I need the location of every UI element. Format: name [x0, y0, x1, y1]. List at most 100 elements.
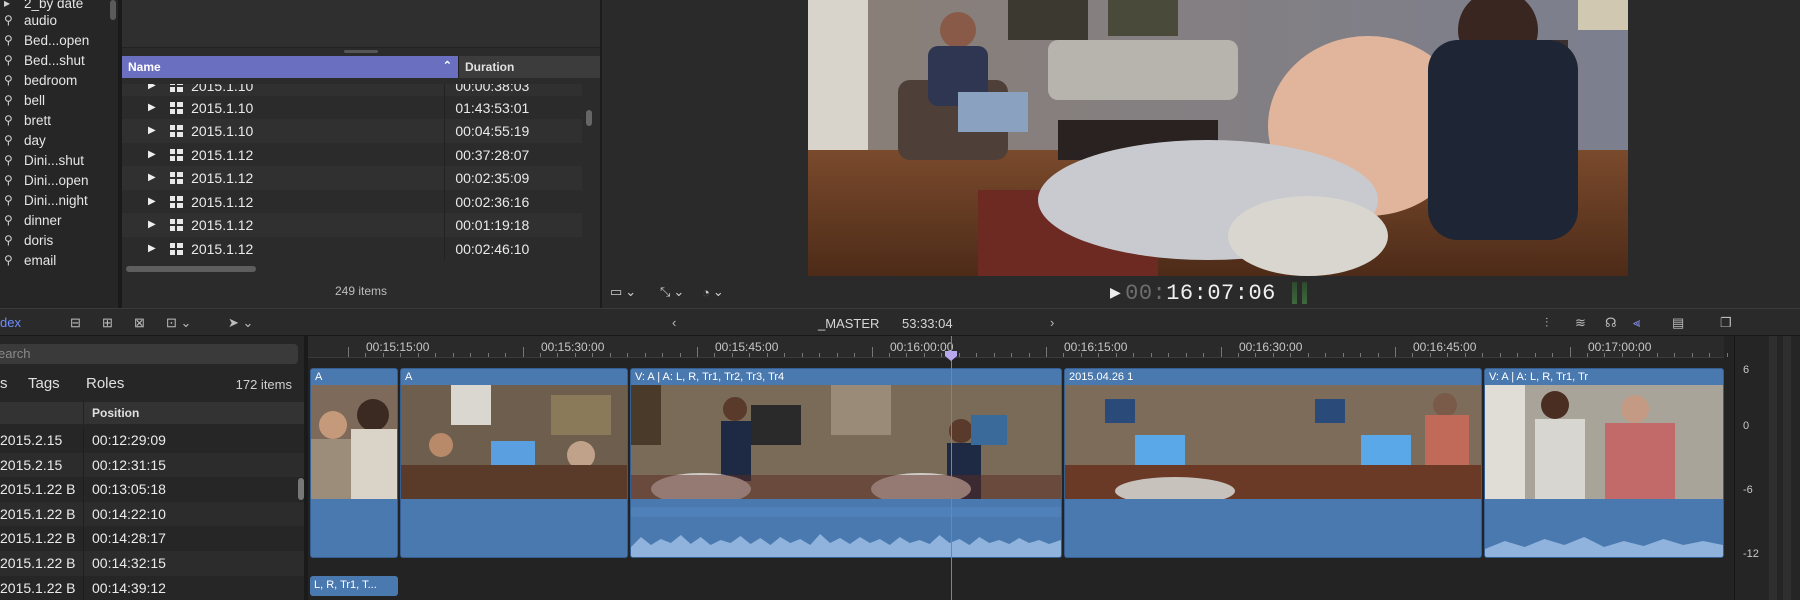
disclosure-triangle-icon[interactable]: ▶: [148, 102, 162, 113]
tab-roles[interactable]: Roles: [86, 375, 124, 392]
browser-rows: ▶2015.1.1000:00:38:03 ▶2015.1.1000:00:38…: [122, 84, 600, 260]
timeline-clip[interactable]: V: A | A: L, R, Tr1, Tr2, Tr3, Tr4: [630, 368, 1062, 558]
name-column-header[interactable]: [0, 402, 84, 424]
project-name: _MASTER: [818, 316, 880, 331]
timeline-clip[interactable]: V: A | A: L, R, Tr1, Tr: [1484, 368, 1724, 558]
clip-appearance-icon[interactable]: ▤: [1672, 315, 1684, 331]
list-horizontal-scrollbar[interactable]: [126, 266, 256, 272]
ruler-tick: [487, 353, 489, 357]
table-row[interactable]: 2015.1.22 B 00:14:28:17: [0, 526, 304, 551]
sidebar-item-day[interactable]: ⚲ day: [4, 129, 46, 151]
playhead-handle[interactable]: [945, 351, 957, 361]
sidebar-item-dinner[interactable]: ⚲ dinner: [4, 209, 62, 231]
sidebar-item-bed-shut[interactable]: ⚲ Bed...shut: [4, 49, 85, 71]
timeline-clip[interactable]: A: [400, 368, 628, 558]
playhead[interactable]: [951, 336, 952, 600]
table-row[interactable]: 2015.2.15 00:12:29:09: [0, 428, 304, 453]
disclosure-triangle-icon[interactable]: ▶: [148, 219, 162, 230]
list-item[interactable]: ▶ 2015.1.12 00:01:19:18: [122, 213, 582, 237]
sidebar-item-brett[interactable]: ⚲ brett: [4, 109, 51, 131]
timecode-display[interactable]: ▶ 00:16:07:06: [1094, 280, 1276, 306]
disclosure-triangle-icon[interactable]: ▶: [148, 125, 162, 136]
timeline-ruler[interactable]: 00:15:15:00 00:15:30:00 00:15:45:00 00:1…: [308, 336, 1745, 358]
ruler-tick: [522, 347, 524, 357]
index-rows: 2015.2.15 00:12:29:09 2015.2.15 00:12:31:1…: [0, 426, 304, 600]
list-item[interactable]: ▶ 2015.1.12 00:37:28:07: [122, 143, 582, 167]
sidebar-scrollbar[interactable]: [110, 0, 116, 20]
table-row[interactable]: 2015.1.22 B 00:13:05:18: [0, 477, 304, 502]
insert-clip-icon[interactable]: ⊞: [102, 315, 113, 331]
select-tool-icon[interactable]: ➤ ⌄: [228, 315, 253, 331]
keyword-icon: ⚲: [4, 133, 13, 147]
ruler-tick: [697, 347, 698, 357]
sidebar-item-bedroom[interactable]: ⚲ bedroom: [4, 69, 77, 91]
sidebar-item-audio[interactable]: ⚲ audio: [4, 9, 57, 31]
sidebar-item-bed-open[interactable]: ⚲ Bed...open: [4, 29, 89, 51]
disclosure-triangle-icon[interactable]: ▶: [148, 149, 162, 160]
tab-clips[interactable]: s: [0, 375, 8, 392]
index-button[interactable]: dex: [0, 315, 21, 330]
ruler-tick: [1656, 353, 1658, 357]
effects-browser-icon[interactable]: ❐: [1720, 315, 1732, 331]
list-item[interactable]: ▶ 2015.1.10 01:43:53:01: [122, 96, 582, 120]
ruler-tick: [1534, 353, 1536, 357]
audio-waveform: [1485, 507, 1723, 557]
append-clip-icon[interactable]: ⊠: [134, 315, 145, 331]
timeline-index: earch s Tags Roles 172 items Position 20…: [0, 336, 308, 600]
sidebar-item-bell[interactable]: ⚲ bell: [4, 89, 45, 111]
skimming-icon[interactable]: ⫶: [1545, 315, 1548, 331]
ruler-tick: [1307, 353, 1309, 357]
snapping-icon[interactable]: ⫷: [1633, 315, 1640, 331]
headphones-icon[interactable]: ☊: [1605, 315, 1617, 331]
search-input[interactable]: earch: [0, 344, 298, 364]
retime-button[interactable]: ◔ ⌄: [702, 282, 724, 302]
sidebar-item-dining-night[interactable]: ⚲ Dini...night: [4, 189, 88, 211]
timeline-clip[interactable]: A: [310, 368, 398, 558]
disclosure-triangle-icon[interactable]: ▶: [148, 243, 162, 254]
ruler-tick: [784, 353, 786, 357]
list-item[interactable]: ▶ 2015.1.12 00:02:46:10: [122, 237, 582, 260]
video-frame[interactable]: [808, 0, 1628, 276]
view-options-button[interactable]: ▭ ⌄: [610, 282, 636, 302]
name-column-header[interactable]: Name ⌃: [122, 56, 458, 78]
sidebar-item-dining-shut[interactable]: ⚲ Dini...shut: [4, 149, 84, 171]
list-scrollbar[interactable]: [586, 110, 592, 126]
db-scale-label: -6: [1743, 484, 1753, 496]
list-item[interactable]: ▶ 2015.1.10 00:04:55:19: [122, 119, 582, 143]
resize-handle[interactable]: [344, 50, 378, 53]
disclosure-triangle-icon[interactable]: ▶: [148, 84, 162, 91]
chevron-down-icon: ⌄: [625, 284, 637, 299]
transform-button[interactable]: ⤡ ⌄: [660, 282, 684, 302]
sidebar-item-dining-open[interactable]: ⚲ Dini...open: [4, 169, 89, 191]
sidebar-item-email[interactable]: ⚲ email: [4, 249, 56, 271]
audio-skimming-icon[interactable]: ≋: [1575, 315, 1586, 331]
disclosure-triangle-icon[interactable]: ▶: [148, 196, 162, 207]
overwrite-clip-icon[interactable]: ⊡ ⌄: [166, 315, 191, 331]
tab-tags[interactable]: Tags: [28, 375, 60, 392]
timeline-clip[interactable]: 2015.04.26 1: [1064, 368, 1482, 558]
ruler-tick: [1115, 353, 1117, 357]
clip-filmstrip: [1485, 385, 1723, 499]
list-item[interactable]: ▶ 2015.1.12 00:02:35:09: [122, 166, 582, 190]
column-header: Name ⌃ Duration: [122, 56, 600, 78]
table-row[interactable]: 2015.1.22 B 00:14:22:10: [0, 502, 304, 527]
back-arrow-icon[interactable]: ‹: [672, 315, 676, 331]
clip-filmstrip: [631, 385, 1061, 499]
disclosure-triangle-icon[interactable]: ▶: [148, 172, 162, 183]
sidebar-item-doris[interactable]: ⚲ doris: [4, 229, 53, 251]
index-scrollbar[interactable]: [298, 478, 304, 500]
table-row[interactable]: 2015.2.15 00:12:31:15: [0, 453, 304, 478]
ruler-tick: [365, 353, 367, 357]
position-column-header[interactable]: Position: [84, 402, 139, 424]
ruler-tick: [1709, 353, 1711, 357]
table-row[interactable]: 2015.1.22 B 00:14:39:12: [0, 576, 304, 600]
table-row[interactable]: 2015.1.22 B 00:14:32:15: [0, 551, 304, 576]
event-icon: [169, 218, 184, 231]
timeline-toolbar: dex ⊟ ⊞ ⊠ ⊡ ⌄ ➤ ⌄ ‹ _MASTER 53:33:04 › ⫶…: [0, 308, 1800, 336]
list-item[interactable]: ▶ 2015.1.12 00:02:36:16: [122, 190, 582, 214]
timeline[interactable]: 00:15:15:00 00:15:30:00 00:15:45:00 00:1…: [308, 336, 1745, 600]
duration-column-header[interactable]: Duration: [458, 56, 600, 78]
connected-audio-clip[interactable]: L, R, Tr1, T...: [310, 576, 398, 596]
connect-clip-icon[interactable]: ⊟: [70, 315, 81, 331]
forward-arrow-icon[interactable]: ›: [1050, 315, 1054, 331]
